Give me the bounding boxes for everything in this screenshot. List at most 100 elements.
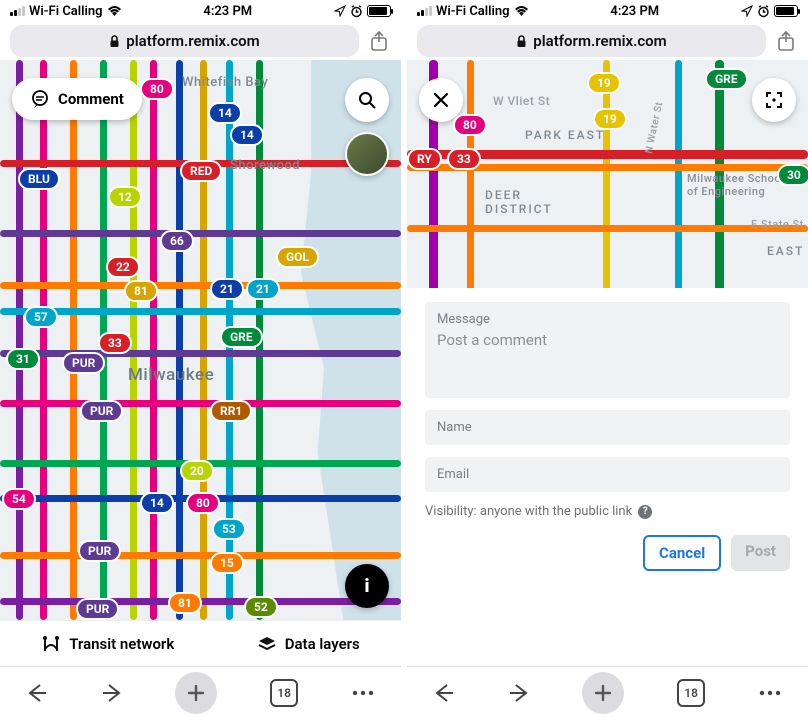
visibility-note: Visibility: anyone with the public link … <box>425 504 790 519</box>
route-badge[interactable]: 31 <box>6 348 40 370</box>
route-badge[interactable]: PUR <box>76 598 119 620</box>
tabs-button[interactable]: 18 <box>270 679 298 707</box>
route-badge[interactable]: 57 <box>24 306 58 328</box>
phone-left: Wi-Fi Calling 4:23 PM platform.remix.com <box>0 0 401 718</box>
route-badge[interactable]: PUR <box>80 400 123 422</box>
search-icon <box>357 90 377 110</box>
route-line <box>70 60 77 620</box>
route-badge[interactable]: 21 <box>210 278 244 300</box>
route-badge[interactable]: GRE <box>705 68 748 90</box>
route-badge[interactable]: 14 <box>140 492 174 514</box>
map-right[interactable]: W Vliet St PARK EAST DEER DISTRICT N Wat… <box>407 60 808 666</box>
new-tab-button[interactable] <box>582 672 624 714</box>
tabs-button[interactable]: 18 <box>677 679 705 707</box>
route-badge[interactable]: RR1 <box>210 400 252 422</box>
close-icon <box>432 91 450 109</box>
battery-icon <box>774 5 798 17</box>
route-badge[interactable]: RED <box>180 160 222 182</box>
route-line <box>0 230 401 237</box>
route-line <box>0 282 401 289</box>
route-badge[interactable]: 33 <box>98 332 132 354</box>
transit-icon <box>41 635 61 653</box>
route-line <box>16 60 23 620</box>
label-whitefish: Whitefish Bay <box>182 75 268 90</box>
route-badge[interactable]: GOL <box>276 246 319 268</box>
share-button[interactable] <box>774 30 798 52</box>
share-button[interactable] <box>367 30 391 52</box>
wifi-icon <box>107 5 122 17</box>
route-badge[interactable]: 20 <box>180 460 214 482</box>
label-vliet: W Vliet St <box>493 94 550 108</box>
email-field[interactable]: Email <box>425 457 790 492</box>
route-line <box>0 350 401 357</box>
route-badge[interactable]: 54 <box>2 488 36 510</box>
route-line <box>200 60 207 620</box>
focus-button[interactable] <box>752 78 796 122</box>
comment-icon <box>30 89 50 109</box>
wifi-icon <box>514 5 529 17</box>
post-button[interactable]: Post <box>731 535 790 571</box>
route-badge[interactable]: 22 <box>106 256 140 278</box>
signal-icon <box>417 6 432 16</box>
route-badge[interactable]: 66 <box>160 230 194 252</box>
label-estate: E State St <box>751 218 804 231</box>
route-badge[interactable]: 81 <box>124 280 158 302</box>
route-badge[interactable]: 80 <box>140 78 174 100</box>
more-button[interactable] <box>758 689 782 697</box>
basemap-thumb-button[interactable] <box>345 132 389 176</box>
route-badge[interactable]: RY <box>407 148 442 170</box>
label-deer: DEER DISTRICT <box>485 188 553 216</box>
url-bar: platform.remix.com <box>0 22 401 60</box>
forward-button[interactable] <box>101 683 123 703</box>
label-shorewood: Shorewood <box>230 158 300 173</box>
transit-toggle[interactable]: Transit network <box>41 635 174 653</box>
route-badge[interactable]: 80 <box>453 114 487 136</box>
route-badge[interactable]: 80 <box>186 492 220 514</box>
focus-icon <box>764 90 784 110</box>
message-field[interactable]: Message Post a comment <box>425 302 790 398</box>
forward-button[interactable] <box>508 683 530 703</box>
more-button[interactable] <box>351 689 375 697</box>
layers-label: Data layers <box>285 635 360 653</box>
url-field[interactable]: platform.remix.com <box>10 25 359 57</box>
search-button[interactable] <box>345 78 389 122</box>
map-toggle-bar: Transit network Data layers <box>0 620 401 666</box>
back-button[interactable] <box>433 683 455 703</box>
route-badge[interactable]: PUR <box>62 352 105 374</box>
route-badge[interactable]: GRE <box>220 326 263 348</box>
route-badge[interactable]: 14 <box>230 124 264 146</box>
map-left[interactable]: Whitefish Bay Shorewood Milwaukee Commen… <box>0 60 401 620</box>
route-badge[interactable]: 14 <box>208 102 242 124</box>
back-button[interactable] <box>26 683 48 703</box>
route-badge[interactable]: PUR <box>78 540 121 562</box>
route-badge[interactable]: 30 <box>777 164 808 186</box>
route-line <box>407 225 808 232</box>
info-button[interactable]: i <box>345 564 389 608</box>
alarm-icon <box>350 5 363 18</box>
location-icon <box>741 5 753 17</box>
signal-icon <box>10 6 25 16</box>
route-badge[interactable]: 19 <box>593 108 627 130</box>
route-badge[interactable]: 33 <box>447 148 481 170</box>
url-text: platform.remix.com <box>533 32 666 50</box>
name-field[interactable]: Name <box>425 410 790 445</box>
info-icon: i <box>365 576 370 597</box>
route-badge[interactable]: 53 <box>212 518 246 540</box>
route-badge[interactable]: 19 <box>587 72 621 94</box>
route-badge[interactable]: 52 <box>244 596 278 618</box>
url-bar: platform.remix.com <box>407 22 808 60</box>
route-badge[interactable]: 15 <box>210 552 244 574</box>
route-line <box>40 60 47 620</box>
route-badge[interactable]: BLU <box>18 168 60 190</box>
comment-button[interactable]: Comment <box>12 78 142 120</box>
cancel-button[interactable]: Cancel <box>643 535 721 571</box>
label-nwater: N Water St <box>644 101 666 155</box>
layers-toggle[interactable]: Data layers <box>257 635 360 653</box>
route-badge[interactable]: 81 <box>168 592 202 614</box>
message-label: Message <box>437 312 778 327</box>
url-field[interactable]: platform.remix.com <box>417 25 766 57</box>
help-icon[interactable]: ? <box>638 505 652 519</box>
route-badge[interactable]: 12 <box>108 186 142 208</box>
route-badge[interactable]: 21 <box>246 278 280 300</box>
new-tab-button[interactable] <box>175 672 217 714</box>
